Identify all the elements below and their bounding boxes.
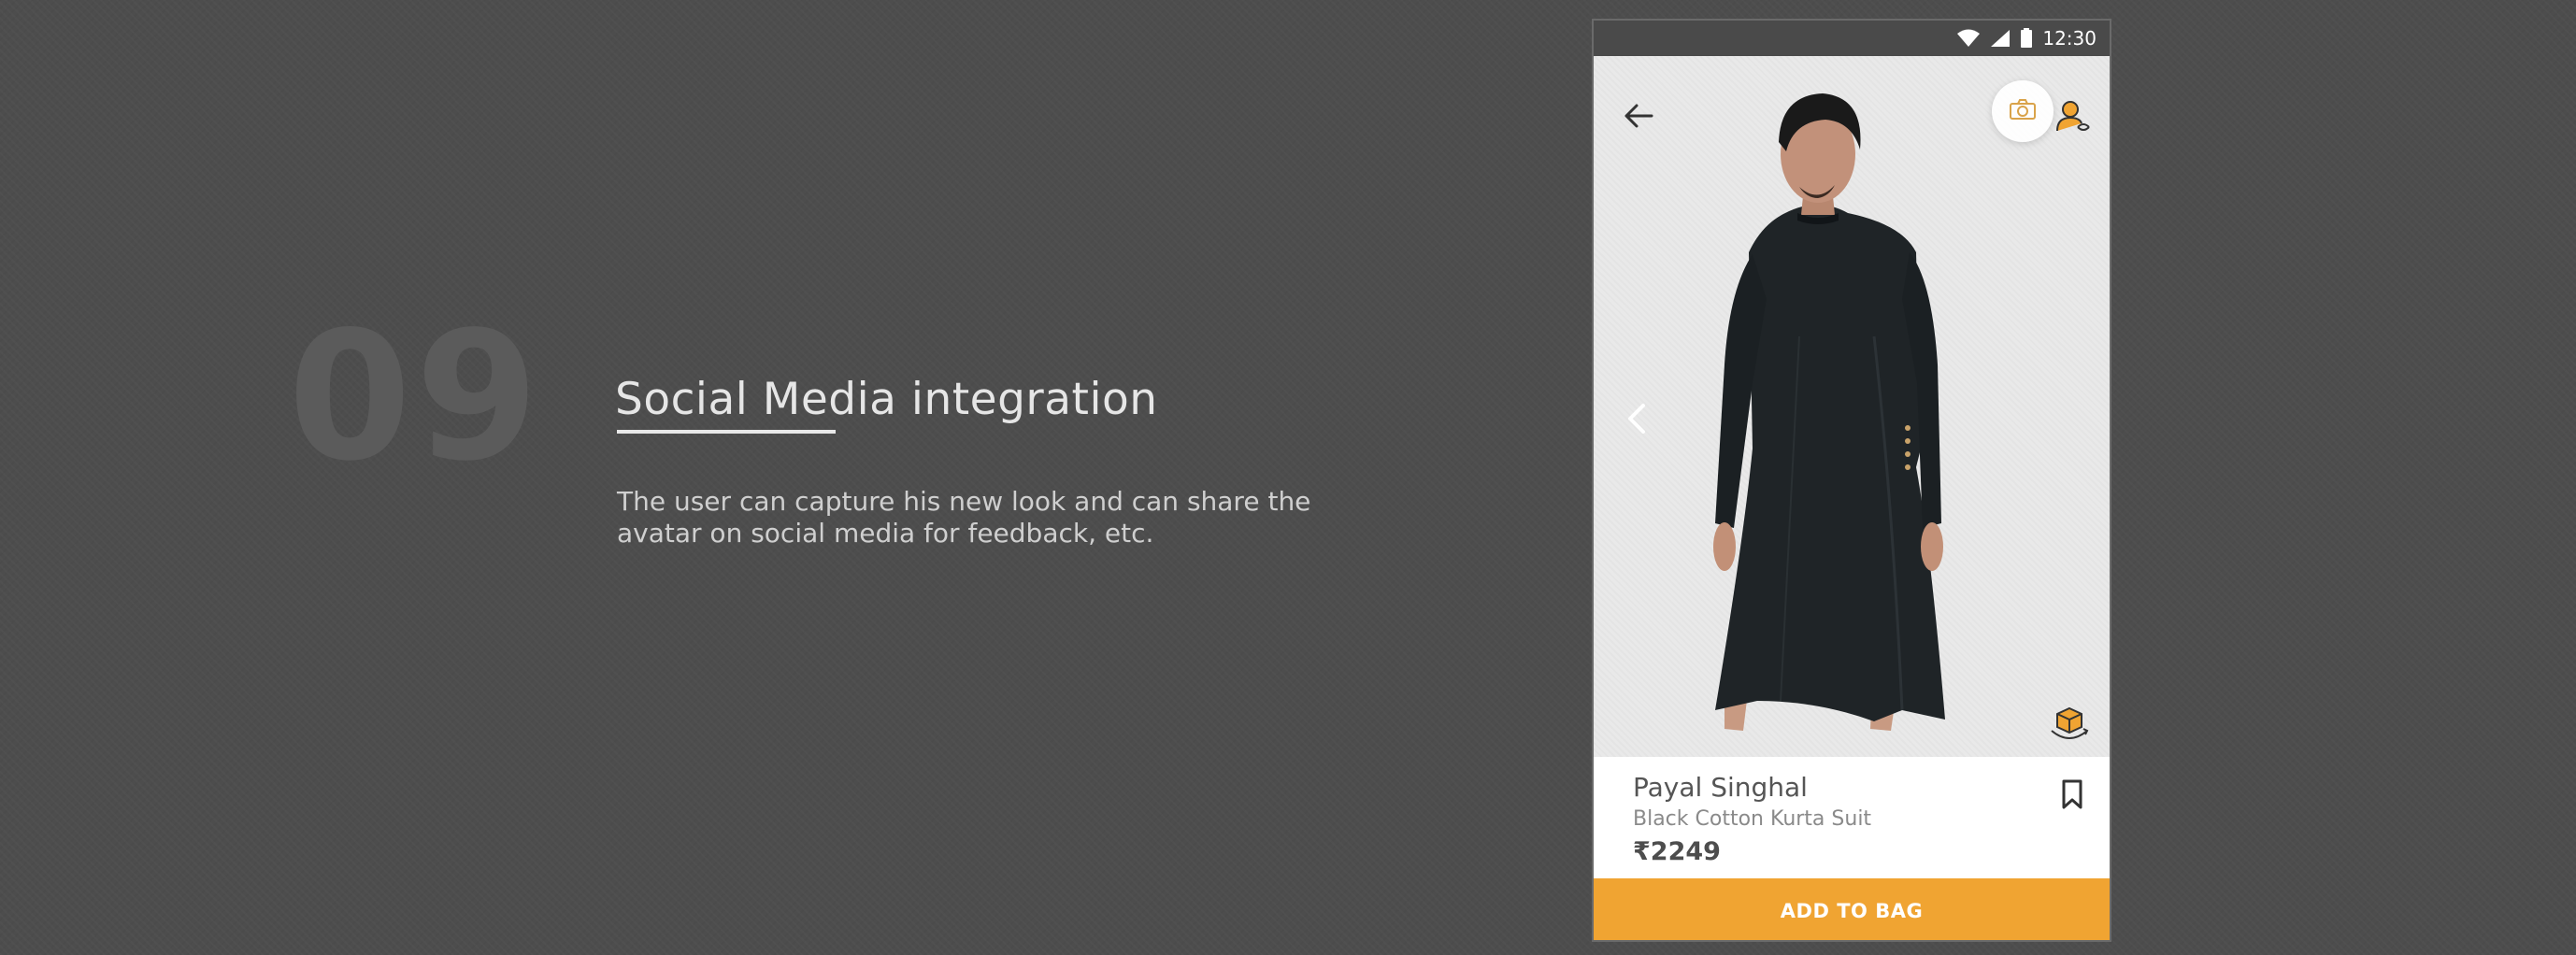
slide-number: 09 — [288, 293, 543, 500]
wifi-icon — [1956, 29, 1981, 48]
product-price: ₹2249 — [1633, 837, 1721, 866]
title-underline — [617, 430, 836, 434]
status-time: 12:30 — [2042, 27, 2097, 50]
product-info: Payal Singhal Black Cotton Kurta Suit ₹2… — [1594, 757, 2110, 897]
product-brand: Payal Singhal — [1633, 772, 1808, 803]
status-bar: 12:30 — [1594, 21, 2110, 56]
avatar-switch-icon — [2055, 99, 2091, 138]
capture-look-button[interactable] — [1992, 80, 2054, 142]
phone-mockup: 12:30 Payal Singhal Black Cotton Kurta S… — [1592, 19, 2111, 942]
slide-description: The user can capture his new look and ca… — [617, 486, 1311, 549]
chevron-left-icon — [1626, 402, 1647, 439]
slide-title: Social Media integration — [615, 374, 1158, 425]
signal-icon — [1990, 29, 2011, 48]
camera-icon — [2009, 98, 2037, 124]
back-button[interactable] — [1618, 97, 1659, 138]
rotate-3d-button[interactable] — [2046, 703, 2093, 749]
bookmark-button[interactable] — [2052, 776, 2093, 817]
add-to-bag-button[interactable]: ADD TO BAG — [1594, 878, 2110, 940]
avatar-model — [1713, 93, 1945, 731]
avatar-viewer[interactable] — [1594, 56, 2110, 757]
bookmark-icon — [2061, 779, 2083, 813]
switch-avatar-button[interactable] — [2052, 97, 2095, 140]
rotate-3d-icon — [2048, 703, 2091, 749]
product-name: Black Cotton Kurta Suit — [1633, 807, 1872, 831]
battery-icon — [2020, 28, 2033, 49]
back-arrow-icon — [1624, 103, 1653, 133]
previous-look-button[interactable] — [1618, 392, 1655, 449]
